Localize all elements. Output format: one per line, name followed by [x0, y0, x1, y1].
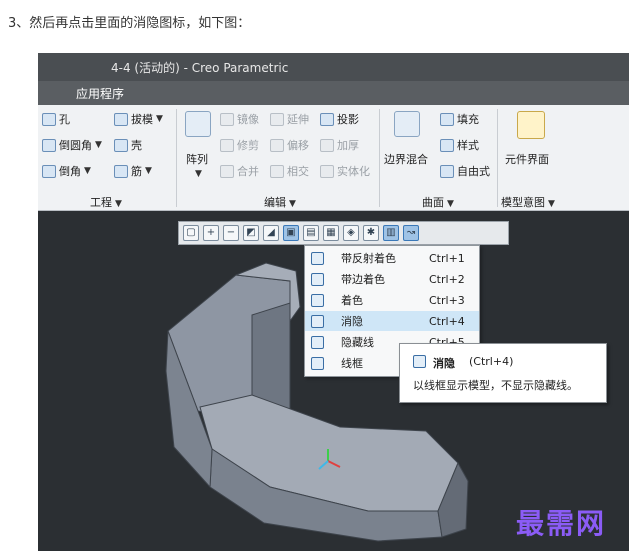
hole-icon — [42, 112, 56, 126]
chamfer-button[interactable]: 倒角 ▼ — [42, 163, 91, 179]
group-engineering[interactable]: 工程 ▼ — [90, 194, 122, 210]
round-button[interactable]: 倒圆角 ▼ — [42, 137, 102, 153]
shading-reflections-icon — [311, 251, 324, 265]
menu-bar: 应用程序 — [38, 81, 629, 105]
no-hidden-icon — [311, 314, 324, 328]
saved-views-icon[interactable]: ▤ — [303, 225, 319, 241]
project-icon — [320, 112, 334, 126]
style-icon — [440, 138, 454, 152]
in-graphics-toolbar: ▢ + − ◩ ◢ ▣ ▤ ▦ ◈ ✱ ▥ ↝ — [178, 221, 509, 245]
ribbon: 孔 拔模 ▼ 倒圆角 ▼ 壳 倒角 ▼ 筋 ▼ 工程 ▼ 阵列 ▼ 镜像 延伸 投影 — [38, 105, 629, 211]
view-manager-icon[interactable]: ▦ — [323, 225, 339, 241]
shading-edges-icon — [311, 272, 324, 286]
freestyle-icon — [440, 164, 454, 178]
spin-center-icon[interactable]: ↝ — [403, 225, 419, 241]
group-divider — [497, 109, 498, 207]
merge-icon — [220, 164, 234, 178]
trim-button[interactable]: 修剪 — [220, 137, 259, 153]
chevron-down-icon: ▼ — [95, 140, 102, 150]
group-divider — [379, 109, 380, 207]
menu-item-shading-reflections[interactable]: 带反射着色 Ctrl+1 — [305, 248, 479, 268]
extend-button[interactable]: 延伸 — [270, 111, 309, 127]
group-surfaces[interactable]: 曲面 ▼ — [422, 194, 454, 210]
title-bar: 4-4 (活动的) - Creo Parametric — [38, 53, 629, 81]
mirror-icon — [220, 112, 234, 126]
group-divider — [176, 109, 177, 207]
thicken-icon — [320, 138, 334, 152]
chevron-down-icon: ▼ — [195, 169, 202, 179]
boundary-blend-button[interactable]: 边界混合 — [384, 151, 428, 167]
freestyle-button[interactable]: 自由式 — [440, 163, 490, 179]
shell-button[interactable]: 壳 — [114, 137, 142, 153]
tooltip-no-hidden: 消隐 (Ctrl+4) 以线框显示模型，不显示隐藏线。 — [399, 343, 607, 403]
shell-icon — [114, 138, 128, 152]
wireframe-icon — [311, 356, 324, 370]
project-button[interactable]: 投影 — [320, 111, 359, 127]
hidden-line-icon — [311, 335, 324, 349]
group-model-intent[interactable]: 模型意图 ▼ — [501, 194, 555, 210]
boundary-blend-icon — [394, 111, 420, 137]
zoom-fit-icon[interactable]: ▢ — [183, 225, 199, 241]
watermark-logo: 最需网 — [516, 507, 607, 540]
menu-item-shading[interactable]: 着色 Ctrl+3 — [305, 290, 479, 310]
round-icon — [42, 138, 56, 152]
tab-applications[interactable]: 应用程序 — [76, 85, 124, 102]
annotation-display-icon[interactable]: ▥ — [383, 225, 399, 241]
intersect-button[interactable]: 相交 — [270, 163, 309, 179]
draft-button[interactable]: 拔模 ▼ — [114, 111, 163, 127]
datum-display-icon[interactable]: ✱ — [363, 225, 379, 241]
offset-button[interactable]: 偏移 — [270, 137, 309, 153]
rib-icon — [114, 164, 128, 178]
component-interface-button[interactable]: 元件界面 — [505, 151, 549, 167]
rib-button[interactable]: 筋 ▼ — [114, 163, 152, 179]
pattern-button[interactable]: 阵列 — [186, 151, 208, 167]
offset-icon — [270, 138, 284, 152]
fill-button[interactable]: 填充 — [440, 111, 479, 127]
component-interface-icon — [517, 111, 545, 139]
display-style-icon[interactable]: ▣ — [283, 225, 299, 241]
group-editing[interactable]: 编辑 ▼ — [264, 194, 296, 210]
mirror-button[interactable]: 镜像 — [220, 111, 259, 127]
menu-item-shading-edges[interactable]: 带边着色 Ctrl+2 — [305, 269, 479, 289]
extend-icon — [270, 112, 284, 126]
trim-icon — [220, 138, 234, 152]
chevron-down-icon: ▼ — [84, 166, 91, 176]
shading-icon — [311, 293, 324, 307]
zoom-out-icon[interactable]: − — [223, 225, 239, 241]
thicken-button[interactable]: 加厚 — [320, 137, 359, 153]
chevron-down-icon: ▼ — [145, 166, 152, 176]
intersect-icon — [270, 164, 284, 178]
menu-item-no-hidden[interactable]: 消隐 Ctrl+4 — [305, 311, 479, 331]
view-orient-icon[interactable]: ◢ — [263, 225, 279, 241]
chevron-down-icon: ▼ — [156, 114, 163, 124]
merge-button[interactable]: 合并 — [220, 163, 259, 179]
draft-icon — [114, 112, 128, 126]
perspective-icon[interactable]: ◈ — [343, 225, 359, 241]
creo-window: 4-4 (活动的) - Creo Parametric 应用程序 孔 拔模 ▼ 倒… — [38, 53, 629, 551]
fill-icon — [440, 112, 454, 126]
style-button[interactable]: 样式 — [440, 137, 479, 153]
chamfer-icon — [42, 164, 56, 178]
solidify-button[interactable]: 实体化 — [320, 163, 370, 179]
hole-button[interactable]: 孔 — [42, 111, 70, 127]
instruction-caption: 3、然后再点击里面的消隐图标，如下图： — [8, 16, 251, 31]
solidify-icon — [320, 164, 334, 178]
repaint-icon[interactable]: ◩ — [243, 225, 259, 241]
window-title: 4-4 (活动的) - Creo Parametric — [111, 61, 289, 75]
pattern-icon — [185, 111, 211, 137]
pattern-dropdown[interactable]: ▼ — [192, 169, 202, 179]
no-hidden-icon — [413, 355, 426, 368]
zoom-in-icon[interactable]: + — [203, 225, 219, 241]
